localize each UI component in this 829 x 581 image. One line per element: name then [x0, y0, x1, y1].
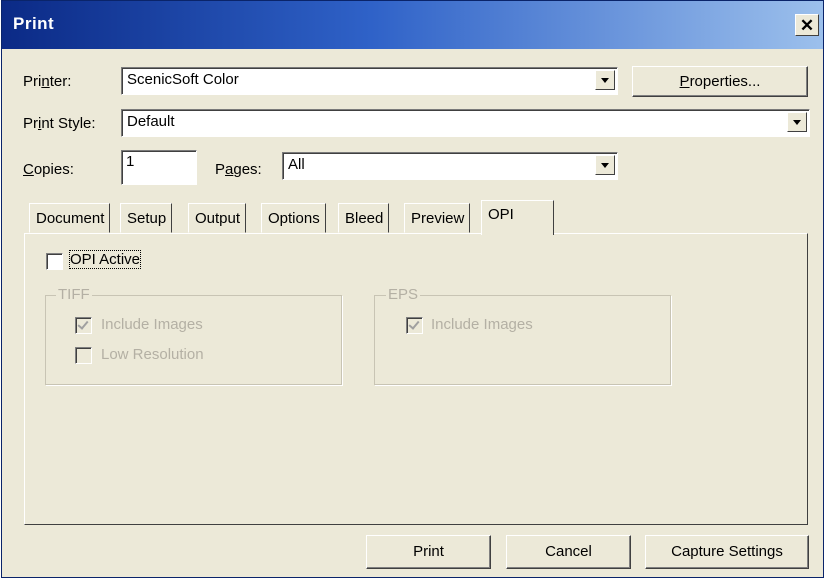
tab-document[interactable]: Document — [29, 203, 111, 233]
tab-opi[interactable]: OPI — [481, 200, 554, 235]
pages-dropdown-arrow-icon[interactable] — [595, 155, 615, 175]
eps-group — [374, 295, 671, 385]
printer-dropdown-arrow-icon[interactable] — [595, 70, 615, 90]
tab-output[interactable]: Output — [188, 203, 247, 233]
tab-setup-label: Setup — [127, 210, 167, 227]
printer-select[interactable]: ScenicSoft Color — [121, 67, 618, 95]
print-style-label: Print Style: — [23, 115, 96, 132]
tab-preview[interactable]: Preview — [404, 203, 471, 233]
tab-output-label: Output — [195, 210, 241, 227]
tab-bleed[interactable]: Bleed — [338, 203, 390, 233]
pages-value: All — [288, 156, 305, 173]
print-dialog: Print ✕ Printer: ScenicSoft Color Proper… — [1, 0, 824, 578]
properties-button[interactable]: Properties... — [632, 66, 808, 97]
cancel-button[interactable]: Cancel — [506, 535, 631, 569]
close-icon: ✕ — [799, 15, 815, 35]
tab-bleed-label: Bleed — [345, 210, 384, 227]
pages-label: Pages: — [215, 161, 262, 178]
tab-options-label: Options — [268, 210, 320, 227]
eps-include-images-label: Include Images — [431, 316, 533, 333]
print-button[interactable]: Print — [366, 535, 491, 569]
dialog-title: Print — [13, 14, 55, 33]
tab-setup[interactable]: Setup — [120, 203, 173, 233]
print-style-dropdown-arrow-icon[interactable] — [787, 112, 807, 132]
tiff-include-images-label: Include Images — [101, 316, 203, 333]
eps-include-images-checkbox[interactable] — [406, 317, 423, 334]
tiff-group-title: TIFF — [56, 286, 92, 303]
eps-group-title: EPS — [386, 286, 421, 303]
close-button[interactable]: ✕ — [795, 14, 819, 36]
title-bar[interactable]: Print ✕ — [2, 1, 823, 49]
tiff-low-resolution-checkbox[interactable] — [75, 347, 92, 364]
tiff-group — [45, 295, 342, 385]
printer-label: Printer: — [23, 73, 72, 90]
tab-document-label: Document — [36, 210, 105, 227]
pages-select[interactable]: All — [282, 152, 618, 180]
copies-input[interactable]: 1 — [121, 150, 197, 185]
printer-value: ScenicSoft Color — [127, 71, 239, 88]
tiff-include-images-checkbox[interactable] — [75, 317, 92, 334]
tab-preview-label: Preview — [411, 210, 465, 227]
print-style-select[interactable]: Default — [121, 109, 810, 137]
opi-active-label[interactable]: OPI Active — [68, 250, 142, 269]
tiff-low-resolution-label: Low Resolution — [101, 346, 204, 363]
opi-active-checkbox[interactable] — [46, 253, 63, 270]
capture-settings-button[interactable]: Capture Settings — [645, 535, 809, 569]
copies-label: Copies: — [23, 161, 74, 178]
print-style-value: Default — [127, 113, 175, 130]
tab-opi-label: OPI — [488, 206, 514, 223]
tab-options[interactable]: Options — [261, 203, 326, 233]
